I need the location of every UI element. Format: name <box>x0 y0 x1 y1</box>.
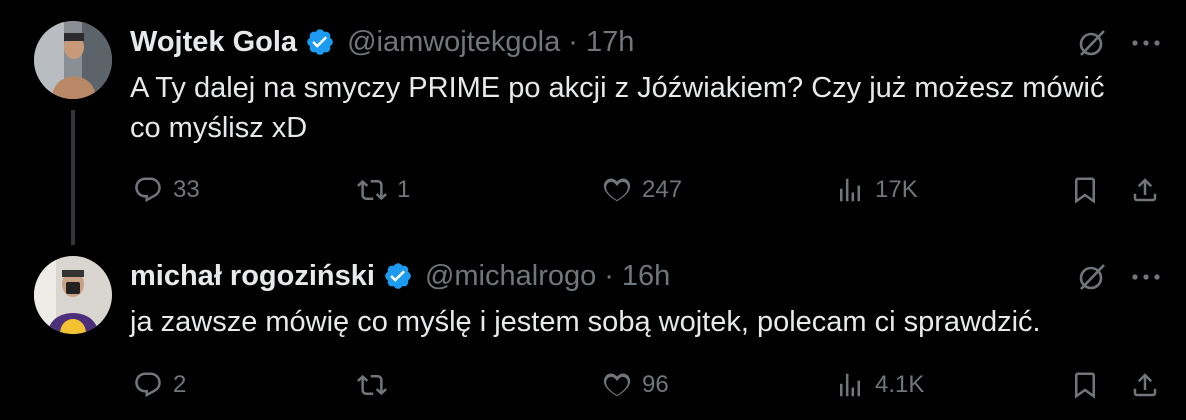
views-icon <box>835 175 865 205</box>
tweet-header: Wojtek Gola @iamwojtekgola · 17h <box>130 22 634 62</box>
views-icon <box>835 370 865 400</box>
author-name[interactable]: Wojtek Gola <box>130 26 297 59</box>
like-count: 96 <box>642 371 669 398</box>
like-button[interactable]: 247 <box>602 170 682 210</box>
repost-button[interactable] <box>357 365 397 405</box>
bookmark-icon <box>1070 370 1100 400</box>
verified-badge-icon[interactable] <box>383 261 413 291</box>
timestamp[interactable]: 17h <box>586 26 634 59</box>
tweet-text: A Ty dalej na smyczy PRIME po akcji z Jó… <box>130 72 1105 144</box>
like-count: 247 <box>642 176 683 203</box>
bookmark-button[interactable] <box>1070 365 1100 405</box>
tweet-text: ja zawsze mówię co myślę i jestem sobą w… <box>130 306 1041 338</box>
like-icon <box>602 175 632 205</box>
separator-dot: · <box>604 259 614 292</box>
tweet[interactable]: Wojtek Gola @iamwojtekgola · 17h A Ty da… <box>0 0 1186 245</box>
share-button[interactable] <box>1130 365 1160 405</box>
repost-button[interactable]: 1 <box>357 170 410 210</box>
repost-count: 1 <box>397 176 411 203</box>
grok-icon[interactable] <box>1077 262 1107 292</box>
separator-dot: · <box>568 25 578 58</box>
views-count: 4.1K <box>875 371 925 398</box>
like-button[interactable]: 96 <box>602 365 669 405</box>
share-button[interactable] <box>1130 170 1160 210</box>
more-icon[interactable] <box>1128 262 1164 292</box>
reply-icon <box>133 370 163 400</box>
views-count: 17K <box>875 176 918 203</box>
bookmark-button[interactable] <box>1070 170 1100 210</box>
grok-icon[interactable] <box>1077 28 1107 58</box>
avatar[interactable] <box>34 21 112 99</box>
bookmark-icon <box>1070 175 1100 205</box>
share-icon <box>1130 370 1160 400</box>
timestamp[interactable]: 16h <box>622 260 670 293</box>
views-button[interactable]: 17K <box>835 170 918 210</box>
views-button[interactable]: 4.1K <box>835 365 924 405</box>
author-handle[interactable]: @michalrogo <box>425 260 596 293</box>
author-handle[interactable]: @iamwojtekgola <box>347 26 560 59</box>
avatar-image-icon <box>34 21 112 99</box>
avatar-image-icon <box>34 256 112 334</box>
reply-button[interactable]: 2 <box>133 365 186 405</box>
like-icon <box>602 370 632 400</box>
action-bar: 2 96 4.1K <box>0 365 1186 405</box>
repost-icon <box>357 370 387 400</box>
tweet-header: michał rogoziński @michalrogo · 16h <box>130 256 670 296</box>
more-icon[interactable] <box>1128 28 1164 58</box>
action-bar: 33 1 247 17K <box>0 170 1186 210</box>
avatar[interactable] <box>34 256 112 334</box>
reply-icon <box>133 175 163 205</box>
repost-icon <box>357 175 387 205</box>
tweet[interactable]: michał rogoziński @michalrogo · 16h ja z… <box>0 240 1186 420</box>
reply-count: 33 <box>173 176 200 203</box>
share-icon <box>1130 175 1160 205</box>
reply-count: 2 <box>173 371 187 398</box>
verified-badge-icon[interactable] <box>305 27 335 57</box>
author-name[interactable]: michał rogoziński <box>130 260 375 293</box>
reply-button[interactable]: 33 <box>133 170 200 210</box>
